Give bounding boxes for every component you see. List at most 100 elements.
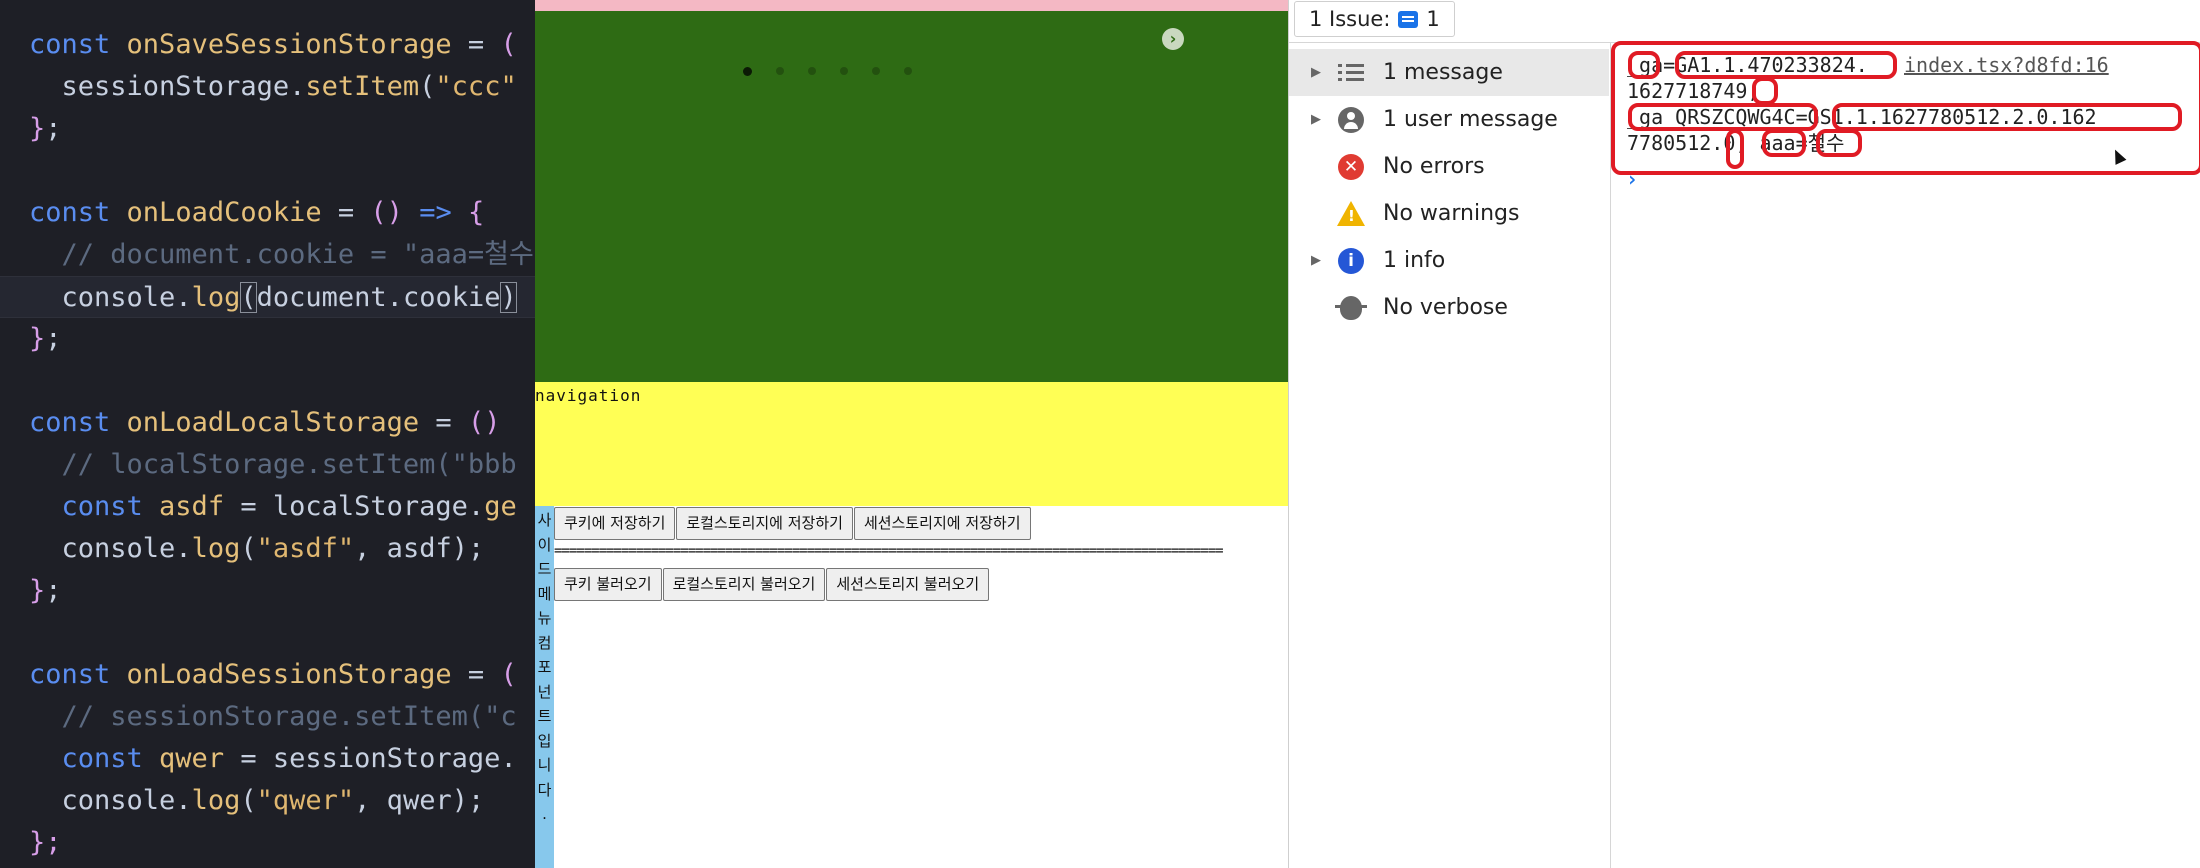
- code-token: log: [191, 785, 241, 816]
- carousel-dot[interactable]: [808, 67, 816, 75]
- code-token: .: [386, 282, 403, 313]
- code-line[interactable]: };: [0, 108, 62, 150]
- code-token: const: [29, 659, 127, 690]
- side-menu-char: 드: [537, 560, 552, 578]
- expand-arrow-icon[interactable]: ▶: [1301, 65, 1331, 80]
- code-line[interactable]: [0, 612, 29, 654]
- load-button-row: 쿠키 불러오기 로컬스토리지 불러오기 세션스토리지 불러오기: [554, 568, 990, 601]
- code-token: (: [240, 785, 257, 816]
- code-line[interactable]: };: [0, 570, 62, 612]
- code-line[interactable]: const onLoadCookie = () => {: [0, 192, 484, 234]
- code-token: .: [500, 743, 517, 774]
- code-line[interactable]: const asdf = localStorage.ge: [0, 486, 517, 528]
- code-line[interactable]: const qwer = sessionStorage.: [0, 738, 517, 780]
- code-line[interactable]: sessionStorage.setItem("ccc": [0, 66, 517, 108]
- code-line[interactable]: // sessionStorage.setItem("c: [0, 696, 517, 738]
- sidebar-item-label: No warnings: [1383, 201, 1520, 226]
- annotation-box: [1816, 129, 1862, 157]
- code-token: (): [370, 197, 420, 228]
- expand-arrow-icon[interactable]: ▶: [1301, 112, 1331, 127]
- code-token: =: [451, 659, 501, 690]
- save-button-row: 쿠키에 저장하기 로컬스토리지에 저장하기 세션스토리지에 저장하기: [554, 507, 1032, 540]
- save-sessionstorage-button[interactable]: 세션스토리지에 저장하기: [853, 507, 1031, 540]
- save-localstorage-button[interactable]: 로컬스토리지에 저장하기: [676, 507, 853, 540]
- side-menu-char: 넌: [537, 682, 552, 701]
- code-token: ge: [484, 491, 517, 522]
- code-token: asdf: [159, 491, 225, 522]
- load-sessionstorage-button[interactable]: 세션스토리지 불러오기: [826, 568, 990, 601]
- code-line[interactable]: [0, 360, 29, 402]
- carousel-dot[interactable]: [840, 67, 848, 75]
- code-line[interactable]: };: [0, 318, 62, 360]
- code-token: onLoadLocalStorage: [126, 407, 420, 438]
- code-line[interactable]: // localStorage.setItem("bbb: [0, 444, 517, 486]
- code-token: sessionStorage: [29, 71, 290, 102]
- side-menu-label: 사이드메뉴컴포넌트입니다.: [535, 508, 554, 827]
- code-token: "ccc": [435, 71, 517, 102]
- devtools-panel: 1 Issue: 1 ▶ 1 message ▶ 1 user message …: [1288, 0, 2200, 868]
- banner-carousel: ›: [535, 11, 1288, 382]
- carousel-dot[interactable]: [872, 67, 880, 75]
- code-token: ): [500, 282, 517, 313]
- code-token: // localStorage.setItem("bbb: [29, 449, 517, 480]
- annotation-box: [1628, 103, 1818, 131]
- load-localstorage-button[interactable]: 로컬스토리지 불러오기: [662, 568, 826, 601]
- code-line[interactable]: const onLoadSessionStorage = (: [0, 654, 517, 696]
- console-output[interactable]: _ga=GA1.1.470233824. index.tsx?d8fd:16 1…: [1611, 41, 2200, 868]
- code-line[interactable]: const onLoadLocalStorage = (): [0, 402, 517, 444]
- save-cookie-button[interactable]: 쿠키에 저장하기: [554, 507, 676, 540]
- carousel-dots: [743, 64, 912, 78]
- sidebar-item-label: No verbose: [1383, 295, 1508, 320]
- side-menu-char: 뉴: [537, 609, 552, 627]
- code-editor[interactable]: const onSaveSessionStorage = ( sessionSt…: [0, 0, 535, 868]
- side-menu-char: 입: [537, 731, 552, 750]
- header-bar: [535, 0, 1288, 11]
- carousel-dot[interactable]: [743, 66, 752, 76]
- carousel-next-icon[interactable]: ›: [1162, 28, 1184, 50]
- sidebar-item-label: 1 message: [1383, 60, 1503, 85]
- issues-button[interactable]: 1 Issue: 1: [1294, 1, 1455, 37]
- code-token: .: [175, 533, 192, 564]
- code-line[interactable]: console.log(document.cookie): [0, 276, 535, 318]
- code-token: , asdf);: [354, 533, 485, 564]
- code-token: (): [467, 407, 517, 438]
- annotation-box: [1762, 129, 1806, 157]
- code-token: , qwer);: [354, 785, 485, 816]
- code-token: .: [175, 785, 192, 816]
- sidebar-item-label: 1 user message: [1383, 107, 1558, 132]
- divider: ========================================…: [554, 543, 1224, 559]
- code-token: sessionStorage: [272, 743, 501, 774]
- sidebar-item-info[interactable]: ▶ i 1 info: [1289, 237, 1609, 284]
- error-icon: ✕: [1337, 153, 1365, 181]
- sidebar-item-user-messages[interactable]: ▶ 1 user message: [1289, 96, 1609, 143]
- code-token: const: [29, 197, 127, 228]
- warning-icon: !: [1337, 200, 1365, 228]
- code-line[interactable]: const onSaveSessionStorage = (: [0, 24, 517, 66]
- code-token: ;: [45, 575, 62, 606]
- code-line[interactable]: // document.cookie = "aaa=철수: [0, 234, 534, 276]
- sidebar-item-verbose[interactable]: No verbose: [1289, 284, 1609, 331]
- code-token: const: [29, 407, 127, 438]
- code-token: .: [467, 491, 485, 522]
- code-line[interactable]: [0, 150, 29, 192]
- issues-count: 1: [1426, 7, 1440, 31]
- expand-arrow-icon[interactable]: ▶: [1301, 253, 1331, 268]
- carousel-dot[interactable]: [776, 67, 784, 75]
- carousel-dot[interactable]: [904, 67, 912, 75]
- side-menu-char: 사: [537, 511, 552, 529]
- info-icon: i: [1337, 247, 1365, 275]
- code-line[interactable]: };: [0, 822, 62, 864]
- code-token: =: [224, 491, 273, 522]
- sidebar-item-label: 1 info: [1383, 248, 1446, 273]
- user-icon: [1337, 106, 1365, 134]
- sidebar-item-warnings[interactable]: ! No warnings: [1289, 190, 1609, 237]
- load-cookie-button[interactable]: 쿠키 불러오기: [554, 568, 662, 601]
- code-line[interactable]: console.log("asdf", asdf);: [0, 528, 485, 570]
- sidebar-item-messages[interactable]: ▶ 1 message: [1289, 49, 1609, 96]
- code-line[interactable]: console.log("qwer", qwer);: [0, 780, 485, 822]
- code-token: const: [29, 491, 160, 522]
- code-token: =: [224, 743, 273, 774]
- sidebar-item-errors[interactable]: ✕ No errors: [1289, 143, 1609, 190]
- code-token: }: [29, 323, 46, 354]
- side-menu-char: 니: [537, 756, 552, 774]
